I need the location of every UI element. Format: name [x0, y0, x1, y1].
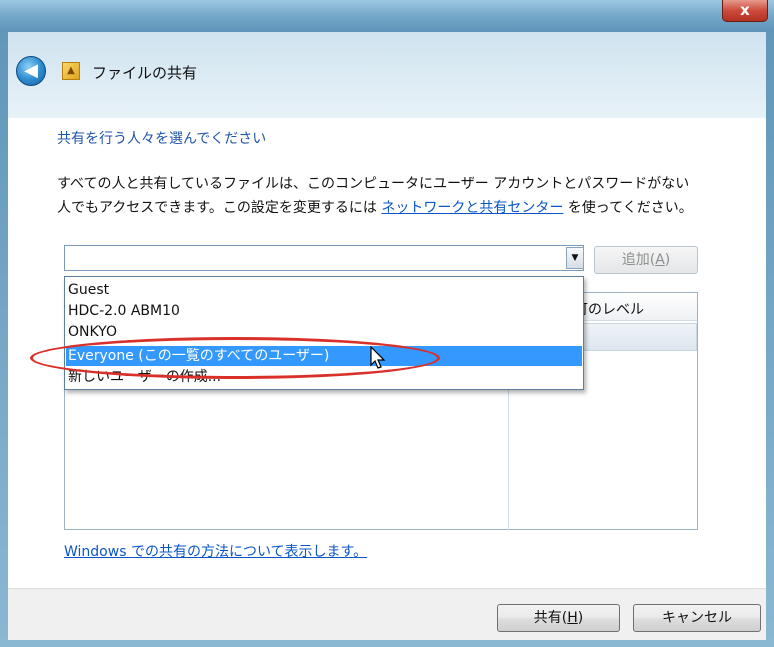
network-sharing-center-link[interactable]: ネットワークと共有センター — [381, 200, 563, 216]
sharing-wizard-icon: ▲ — [62, 62, 80, 80]
sharing-window: x ◀ ▲ ファイルの共有 共有を行う人々を選んでください すべての人と共有して… — [0, 0, 774, 647]
sharing-help-link[interactable]: Windows での共有の方法について表示します。 — [64, 541, 367, 561]
page-heading: 共有を行う人々を選んでください — [57, 131, 267, 147]
add-button-accel: A — [655, 252, 665, 268]
dropdown-item-onkyo[interactable]: ONKYO — [66, 322, 582, 342]
cancel-button[interactable]: キャンセル — [633, 604, 761, 632]
back-button[interactable]: ◀ — [16, 56, 46, 86]
share-button-accel: H — [567, 610, 578, 626]
share-button-label: 共有( — [533, 610, 568, 626]
dropdown-item-guest[interactable]: Guest — [66, 280, 582, 300]
dropdown-item-create-user[interactable]: 新しいユーザーの作成... — [66, 367, 582, 387]
add-button-suffix: ) — [664, 252, 671, 268]
description-line2-prefix: 人でもアクセスできます。この設定を変更するには — [57, 200, 382, 216]
mouse-pointer-icon — [370, 346, 386, 369]
chevron-down-icon[interactable]: ▼ — [566, 247, 584, 269]
column-header-permission-label: 可のレベル — [574, 302, 644, 318]
description-text: すべての人と共有しているファイルは、このコンピュータにユーザー アカウントとパス… — [57, 172, 757, 220]
add-button[interactable]: 追加(A) — [594, 246, 698, 274]
share-button-suffix: ) — [577, 610, 584, 626]
title-bar — [0, 0, 774, 32]
wizard-title: ファイルの共有 — [92, 64, 198, 82]
close-button[interactable]: x — [722, 0, 768, 22]
user-combo-box[interactable] — [64, 245, 584, 271]
add-button-label: 追加( — [621, 252, 656, 268]
description-line2-suffix: を使ってください。 — [563, 200, 693, 216]
dropdown-item-everyone[interactable]: Everyone (この一覧のすべてのユーザー) — [66, 346, 582, 366]
description-line1: すべての人と共有しているファイルは、このコンピュータにユーザー アカウントとパス… — [57, 176, 690, 192]
share-button[interactable]: 共有(H) — [497, 604, 620, 632]
dropdown-item-hdc[interactable]: HDC-2.0 ABM10 — [66, 301, 582, 321]
